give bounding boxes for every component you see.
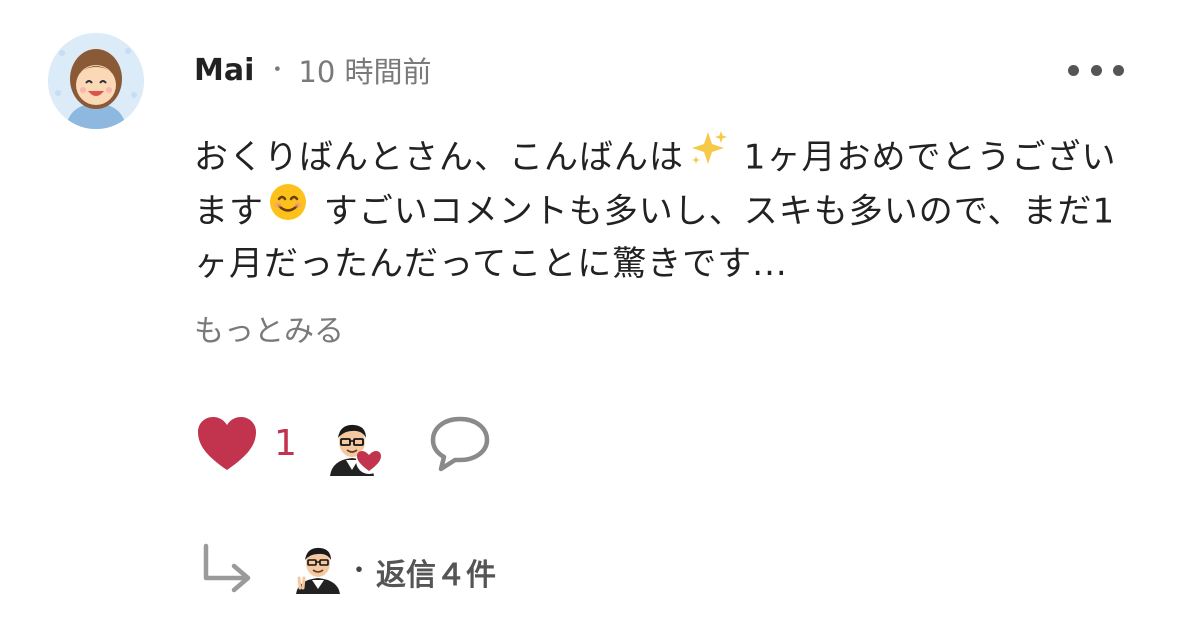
reply-arrow-icon <box>203 543 251 593</box>
reply-author-avatar[interactable] <box>292 542 344 594</box>
comment-body: おくりばんとさん、こんばんは 1ヶ月おめでとうございます すごいコメントも多いし… <box>194 131 1142 289</box>
author-name[interactable]: Mai <box>194 53 254 88</box>
smile-emoji-icon <box>268 182 308 236</box>
author-avatar[interactable] <box>48 33 144 129</box>
comment-bubble-icon <box>430 416 490 472</box>
like-count[interactable]: 1 <box>274 423 297 464</box>
comment-text-part: おくりばんとさん、こんばんは <box>194 137 684 178</box>
timestamp: 10 時間前 <box>298 55 432 89</box>
header-separator: ・ <box>266 58 289 83</box>
more-options-button[interactable] <box>1068 60 1124 80</box>
reply-count-label[interactable]: 返信４件 <box>376 550 496 594</box>
comment-header: Mai ・ 10 時間前 <box>194 50 432 90</box>
more-dots-icon <box>1090 64 1102 76</box>
comment-text-part: すごいコメントも多いし、スキも多いので、まだ1ヶ月だったんだってことに驚きです.… <box>194 191 1116 285</box>
more-dots-icon <box>1068 64 1079 76</box>
like-button[interactable] <box>196 415 260 475</box>
reply-separator: ・ <box>346 556 373 586</box>
more-dots-icon <box>1113 64 1124 76</box>
sparkles-emoji-icon <box>688 128 728 182</box>
heart-icon <box>198 417 256 470</box>
read-more-link[interactable]: もっとみる <box>194 306 344 350</box>
liker-avatar[interactable] <box>324 418 384 478</box>
comment-button[interactable] <box>428 413 492 477</box>
